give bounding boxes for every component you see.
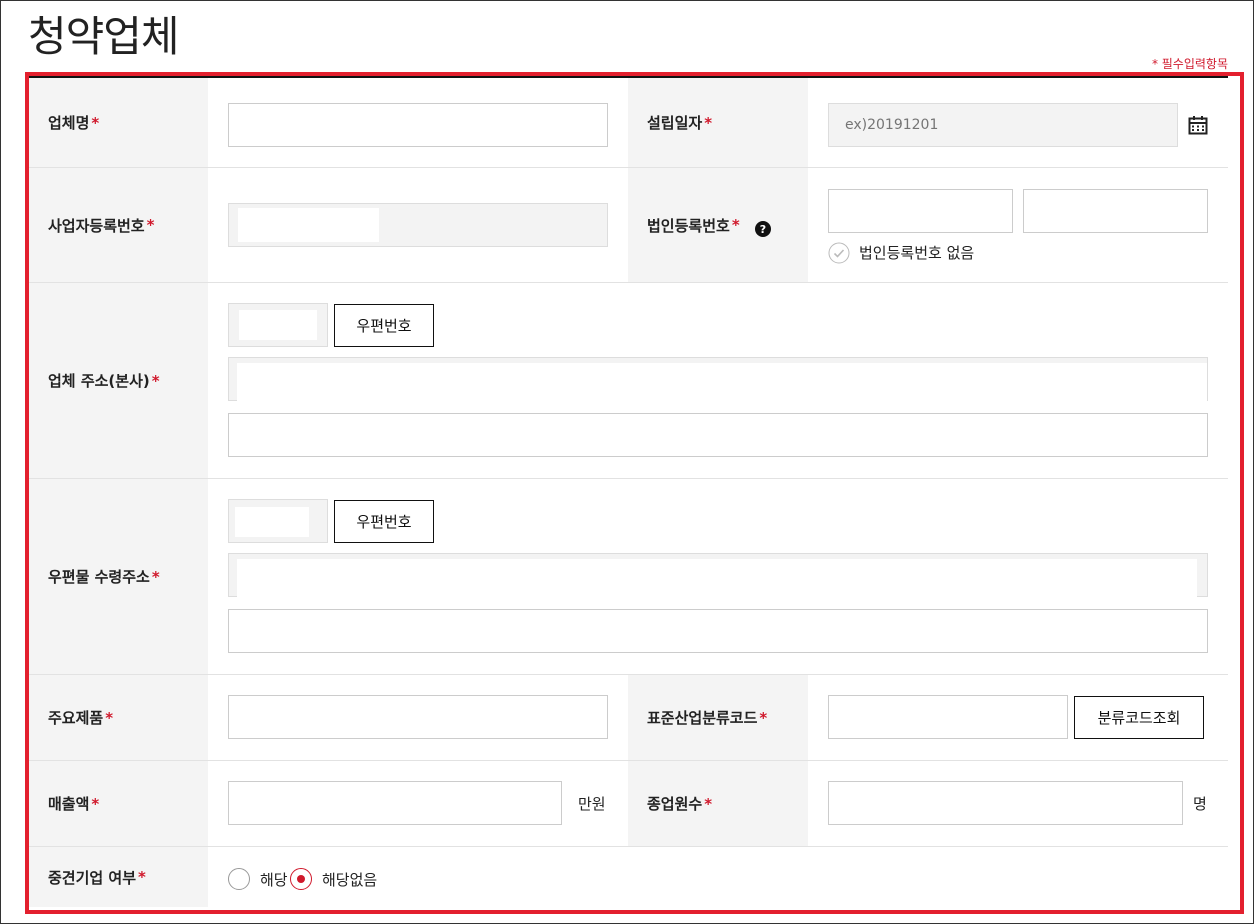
founding-date-label: 설립일자 [647,114,703,132]
required-mark: * [151,567,160,586]
corp-reg-no-input-2[interactable] [1023,189,1208,233]
form-row-products: 주요제품 * 표준산업분류코드 * 분류코드조회 [29,675,1228,761]
required-fields-note: * 필수입력항목 [1151,57,1228,71]
help-icon[interactable]: ? [755,221,771,237]
redacted-area [237,559,1197,599]
radio-applicable[interactable] [228,868,250,890]
radio-applicable-label[interactable]: 해당 [260,869,288,890]
required-mark: * [146,216,155,234]
form-row-company-name: 업체명 * 설립일자 * [29,78,1228,168]
main-products-label: 주요제품 [48,709,104,727]
form-row-hq-address: 업체 주소(본사) * 우편번호 [29,283,1228,479]
revenue-label: 매출액 [48,795,90,813]
employees-unit: 명 [1193,795,1207,813]
form-row-revenue: 매출액 * 만원 종업원수 * 명 [29,761,1228,847]
required-mark: * [759,708,768,727]
form-row-mail-address: 우편물 수령주소 * 우편번호 [29,479,1228,675]
founding-date-input[interactable] [828,103,1178,147]
form-row-midsize: 중견기업 여부 * 해당 해당없음 [29,847,1228,907]
checkbox-icon[interactable] [828,242,850,264]
mail-postcode-button[interactable]: 우편번호 [334,500,434,543]
hq-address-line2-input[interactable] [228,413,1208,457]
business-reg-no-label: 사업자등록번호 [48,216,145,235]
business-reg-no-label-cell: 사업자등록번호 * [29,168,208,282]
industry-code-input[interactable] [828,695,1068,739]
employees-input[interactable] [828,781,1183,825]
mail-address-label-cell: 우편물 수령주소 * [29,479,208,674]
corp-reg-no-label: 법인등록번호 [647,216,730,235]
main-products-label-cell: 주요제품 * [29,675,208,760]
company-name-input[interactable] [228,103,608,147]
required-mark: * [731,216,740,234]
hq-address-label-cell: 업체 주소(본사) * [29,283,208,478]
main-products-input[interactable] [228,695,608,739]
industry-code-lookup-button[interactable]: 분류코드조회 [1074,696,1204,739]
redacted-area [237,363,1207,403]
hq-postcode-button[interactable]: 우편번호 [334,304,434,347]
required-mark: * [704,794,713,813]
revenue-unit: 만원 [578,795,606,813]
founding-date-label-cell: 설립일자 * [628,78,808,167]
page-title: 청약업체 [28,12,180,61]
company-name-label: 업체명 [48,114,90,132]
form-row-registration: 사업자등록번호 * 법인등록번호 * ? 법인등록번호 없음 [29,168,1228,283]
employees-label: 종업원수 [647,795,703,813]
redacted-area [239,310,317,340]
no-corp-reg-label[interactable]: 법인등록번호 없음 [859,242,974,263]
company-form: 업체명* 설립일자* 사업자등록번호* 법인등록번호* ? [29,76,1228,907]
radio-not-applicable[interactable] [290,868,312,890]
revenue-input[interactable] [228,781,562,825]
midsize-label-cell: 중견기업 여부 * [29,847,208,907]
revenue-label-cell: 매출액 * [29,761,208,846]
required-mark: * [138,868,146,886]
redacted-area [238,208,379,242]
required-mark: * [704,113,713,132]
corp-reg-no-input-1[interactable] [828,189,1013,233]
employees-label-cell: 종업원수 * [628,761,808,846]
mail-address-line2-input[interactable] [228,609,1208,653]
required-mark: * [105,708,114,727]
industry-code-label: 표준산업분류코드 [647,709,758,727]
mail-address-label: 우편물 수령주소 [48,568,150,586]
company-name-label-cell: 업체명 * [29,78,208,167]
required-mark: * [151,371,160,390]
required-mark: * [91,794,100,813]
required-mark: * [91,113,100,132]
corp-reg-no-label-cell: 법인등록번호 * [628,168,808,282]
industry-code-label-cell: 표준산업분류코드 * [628,675,808,760]
radio-not-applicable-label[interactable]: 해당없음 [322,869,377,890]
calendar-icon[interactable] [1188,115,1208,135]
hq-address-label: 업체 주소(본사) [48,372,150,390]
redacted-area [235,507,309,537]
midsize-label: 중견기업 여부 [48,868,137,887]
